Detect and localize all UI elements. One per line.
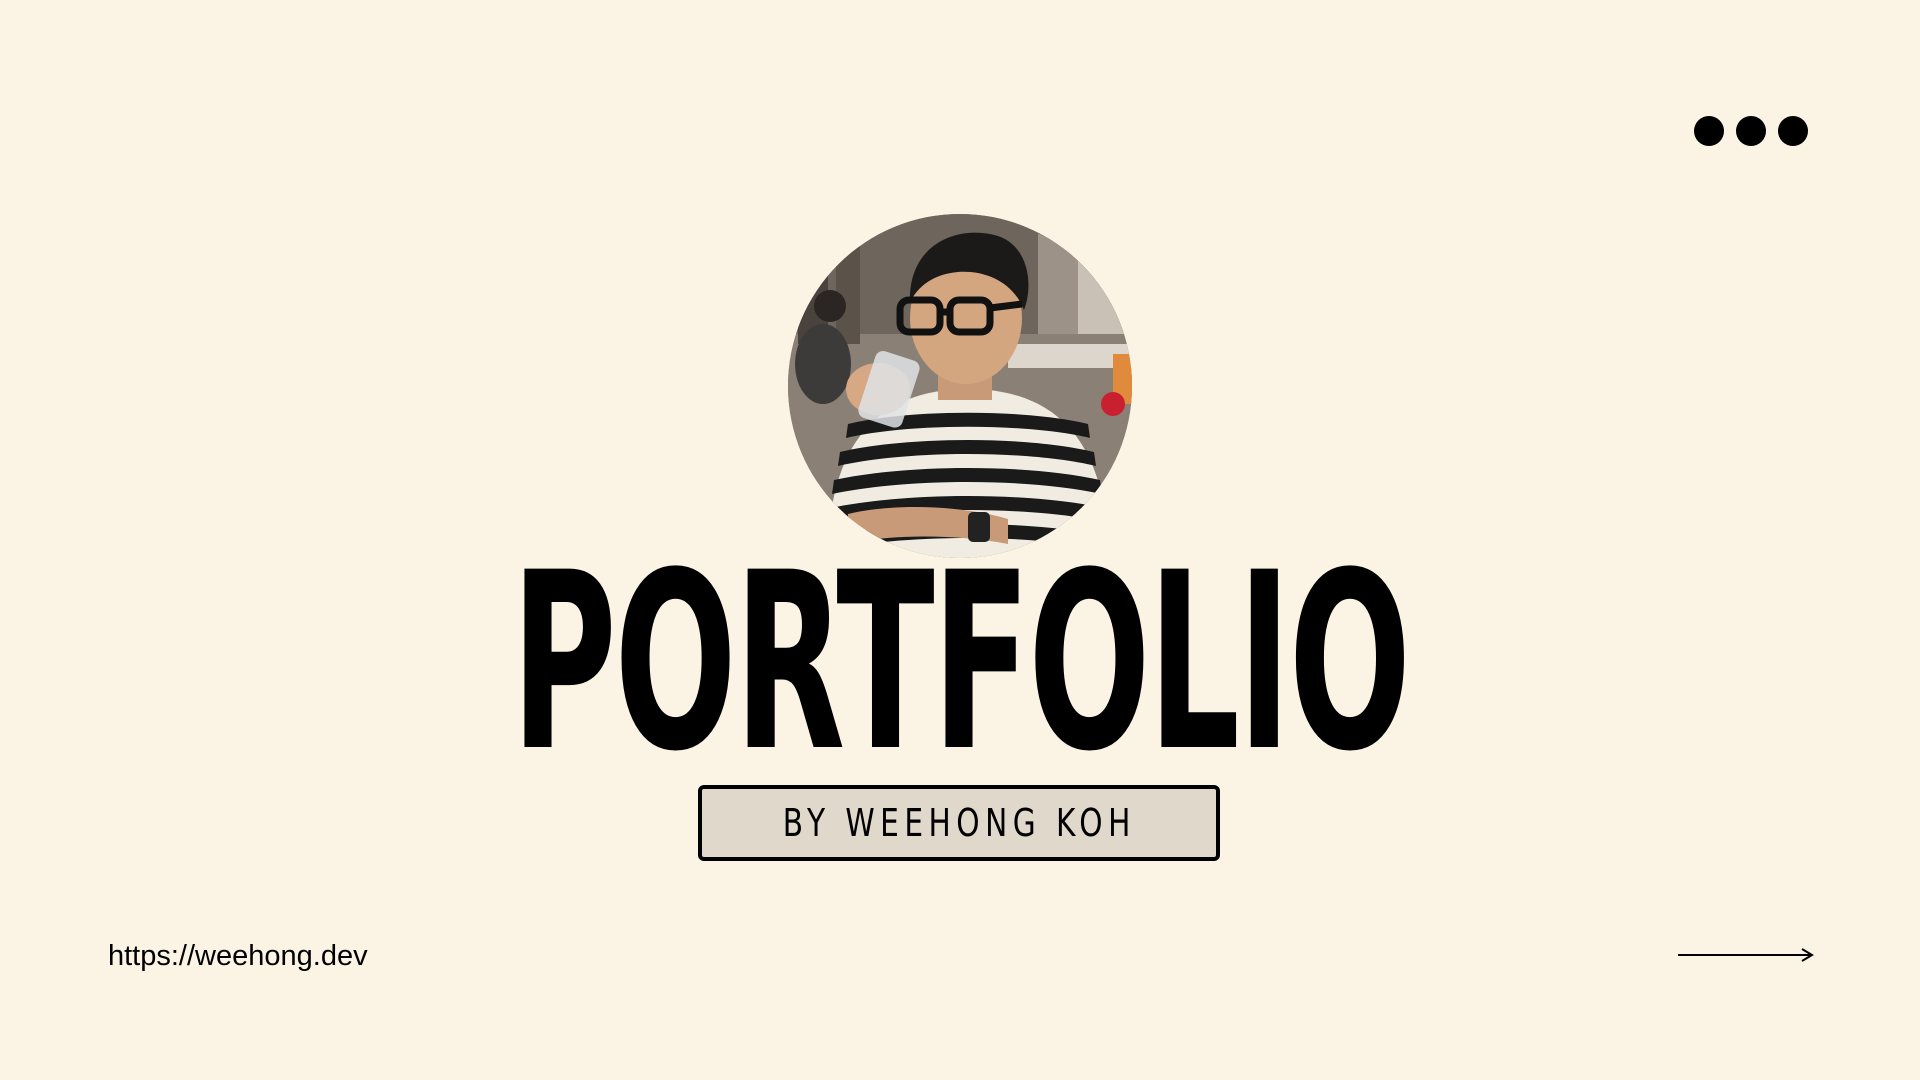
dot-icon xyxy=(1736,116,1766,146)
dot-icon xyxy=(1694,116,1724,146)
next-arrow-button[interactable] xyxy=(1678,946,1814,964)
profile-photo xyxy=(788,214,1132,558)
page-title: PORTFOLIO xyxy=(511,519,1411,806)
author-label: BY WEEHONG KOH xyxy=(782,801,1136,845)
author-badge: BY WEEHONG KOH xyxy=(698,785,1220,861)
dot-icon xyxy=(1778,116,1808,146)
more-options-button[interactable] xyxy=(1694,116,1814,148)
website-link[interactable]: https://weehong.dev xyxy=(108,940,368,973)
arrow-right-icon xyxy=(1678,948,1814,962)
